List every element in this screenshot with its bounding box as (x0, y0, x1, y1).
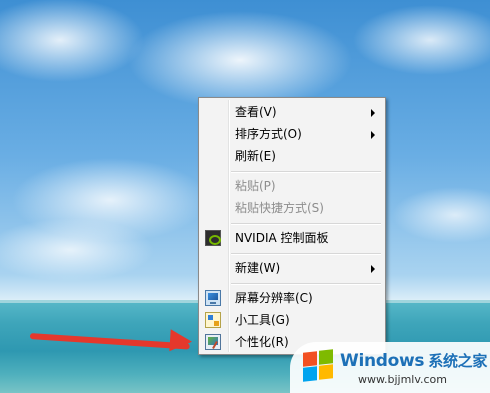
menu-item-label: 查看(V) (235, 105, 277, 119)
menu-item-new[interactable]: 新建(W) (201, 257, 381, 279)
site-watermark: Windows 系统之家 www.bjjmlv.com (290, 342, 490, 393)
personalize-icon (205, 334, 221, 350)
watermark-title-cn: 系统之家 (428, 352, 488, 370)
menu-separator (231, 171, 381, 173)
gadgets-icon (205, 312, 221, 328)
submenu-arrow-icon (371, 109, 375, 117)
menu-item-paste: 粘贴(P) (201, 175, 381, 197)
watermark-title: Windows 系统之家 (340, 350, 487, 371)
menu-item-label: 新建(W) (235, 261, 281, 275)
menu-item-label: 小工具(G) (235, 313, 290, 327)
menu-item-nvidia-control-panel[interactable]: NVIDIA 控制面板 (201, 227, 381, 249)
menu-item-sort-by[interactable]: 排序方式(O) (201, 123, 381, 145)
menu-item-label: 粘贴(P) (235, 179, 276, 193)
menu-item-label: NVIDIA 控制面板 (235, 231, 329, 245)
red-arrow-head (169, 329, 193, 353)
submenu-arrow-icon (371, 265, 375, 273)
menu-separator (231, 223, 381, 225)
menu-item-view[interactable]: 查看(V) (201, 101, 381, 123)
submenu-arrow-icon (371, 131, 375, 139)
menu-item-paste-shortcut: 粘贴快捷方式(S) (201, 197, 381, 219)
menu-item-label: 粘贴快捷方式(S) (235, 201, 324, 215)
windows-logo-icon (302, 349, 334, 382)
monitor-resolution-icon (205, 290, 221, 306)
menu-item-gadgets[interactable]: 小工具(G) (201, 309, 381, 331)
menu-item-screen-resolution[interactable]: 屏幕分辨率(C) (201, 287, 381, 309)
nvidia-icon (205, 230, 221, 246)
menu-item-label: 个性化(R) (235, 335, 289, 349)
menu-item-label: 刷新(E) (235, 149, 276, 163)
menu-item-label: 排序方式(O) (235, 127, 302, 141)
watermark-url: www.bjjmlv.com (358, 373, 447, 386)
menu-separator (231, 253, 381, 255)
menu-item-refresh[interactable]: 刷新(E) (201, 145, 381, 167)
watermark-title-en: Windows (340, 351, 425, 371)
desktop-context-menu: 查看(V) 排序方式(O) 刷新(E) 粘贴(P) 粘贴快捷方式(S) NVID… (198, 97, 386, 355)
menu-separator (231, 283, 381, 285)
menu-item-label: 屏幕分辨率(C) (235, 291, 313, 305)
